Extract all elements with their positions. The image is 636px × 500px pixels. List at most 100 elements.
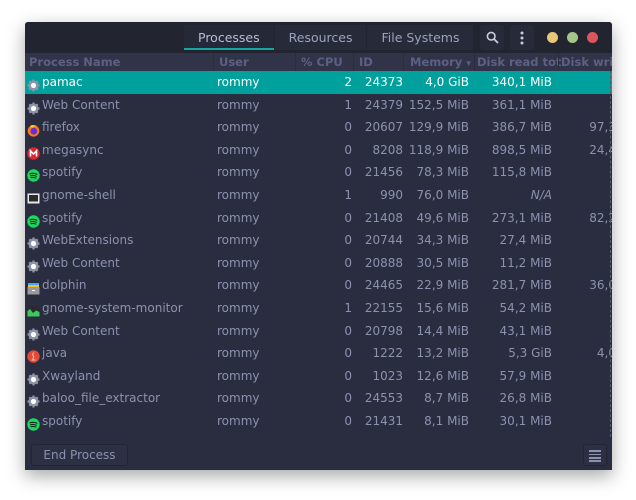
process-disk-write: 97,3: [589, 120, 612, 135]
process-cpu: 2: [344, 75, 352, 89]
process-name: spotify: [42, 165, 83, 180]
column-header-memory-label: Memory: [410, 55, 463, 69]
process-memory: 78,3 MiB: [416, 165, 469, 180]
column-resize-guide: [610, 71, 611, 437]
process-row[interactable]: WebExtensions rommy 0 20744 34,3 MiB 27,4 MiB: [25, 229, 612, 252]
process-row[interactable]: Web Content rommy 0 20888 30,5 MiB 11,2 MiB: [25, 252, 612, 275]
tab-resources[interactable]: Resources: [274, 25, 367, 50]
process-id: 1023: [372, 368, 403, 383]
process-disk-read: 30,1 MiB: [499, 413, 552, 428]
search-button[interactable]: [480, 25, 504, 50]
process-disk-read: 57,9 MiB: [499, 368, 552, 383]
process-row[interactable]: spotify rommy 0 21408 49,6 MiB 273,1 MiB 82,2: [25, 207, 612, 230]
process-user: rommy: [217, 165, 260, 180]
process-memory: 76,0 MiB: [416, 187, 469, 202]
maximize-button[interactable]: [567, 32, 578, 43]
search-icon: [486, 31, 499, 44]
column-header-disk-read[interactable]: Disk read tot: [477, 55, 561, 69]
process-disk-read: 26,8 MiB: [499, 391, 552, 406]
process-name: gnome-system-monitor: [42, 300, 183, 315]
process-disk-read: 115,8 MiB: [491, 165, 552, 180]
process-name: dolphin: [42, 278, 87, 293]
process-user: rommy: [217, 233, 260, 248]
minimize-button[interactable]: [547, 32, 558, 43]
process-name: megasync: [42, 142, 104, 157]
process-memory: 8,1 MiB: [424, 413, 469, 428]
process-row[interactable]: gnome-system-monitor rommy 1 22155 15,6 MiB 5…: [25, 297, 612, 320]
process-id: 21408: [364, 210, 403, 225]
process-disk-write: 36,0: [589, 278, 612, 293]
process-row[interactable]: baloo_file_extractor rommy 0 24553 8,7 MiB 26…: [25, 387, 612, 410]
process-id: 21456: [364, 165, 403, 180]
process-disk-read: 43,1 MiB: [499, 323, 552, 338]
process-row[interactable]: Web Content rommy 1 24379 152,5 MiB 361,1 MiB: [25, 94, 612, 117]
process-id: 20798: [364, 323, 403, 338]
process-id: 24379: [364, 97, 403, 112]
process-memory: 14,4 MiB: [416, 323, 469, 338]
process-row[interactable]: firefox rommy 0 20607 129,9 MiB 386,7 MiB 97,3: [25, 116, 612, 139]
close-button[interactable]: [587, 32, 598, 43]
process-user: rommy: [217, 120, 260, 135]
process-id: 21431: [364, 413, 403, 428]
column-header-cpu[interactable]: % CPU: [301, 55, 343, 69]
process-row[interactable]: Web Content rommy 0 20798 14,4 MiB 43,1 MiB: [25, 320, 612, 343]
process-disk-read: 340,1 MiB: [491, 75, 552, 89]
process-user: rommy: [217, 391, 260, 406]
process-disk-read: 386,7 MiB: [491, 120, 552, 135]
process-disk-read: 361,1 MiB: [491, 97, 552, 112]
view-switcher: Processes Resources File Systems: [184, 25, 474, 50]
process-list: pamac rommy 2 24373 4,0 GiB 340,1 MiB Web Cont…: [25, 71, 612, 438]
column-header-process-name[interactable]: Process Name: [29, 55, 120, 69]
process-cpu: 0: [344, 210, 352, 225]
process-row[interactable]: pamac rommy 2 24373 4,0 GiB 340,1 MiB: [25, 71, 612, 94]
process-disk-read: 11,2 MiB: [499, 255, 552, 270]
column-header-id[interactable]: ID: [359, 55, 373, 69]
process-user: rommy: [217, 323, 260, 338]
tab-file-systems[interactable]: File Systems: [367, 25, 474, 50]
process-name: Web Content: [42, 97, 120, 112]
process-disk-write: 82,2: [589, 210, 612, 225]
process-row[interactable]: megasync rommy 0 8208 118,9 MiB 898,5 MiB 24,4: [25, 139, 612, 162]
sort-descending-icon: ▾: [466, 59, 471, 69]
menu-button[interactable]: [510, 25, 534, 50]
header-bar: Processes Resources File Systems: [25, 22, 612, 53]
process-row[interactable]: javarommy0122213,2 MiB5,3 GiB4,0: [25, 342, 612, 365]
process-user: rommy: [217, 346, 260, 361]
process-memory: 118,9 MiB: [408, 142, 469, 157]
process-user: rommy: [217, 413, 260, 428]
column-header-memory[interactable]: Memory ▾: [410, 55, 471, 69]
process-row[interactable]: Xwayland rommy 0 1023 12,6 MiB 57,9 MiB: [25, 365, 612, 388]
process-name: spotify: [42, 413, 83, 428]
column-header-disk-write[interactable]: Disk wri: [561, 55, 612, 69]
process-memory: 12,6 MiB: [416, 368, 469, 383]
column-header-user[interactable]: User: [219, 55, 249, 69]
end-process-button[interactable]: End Process: [31, 444, 128, 466]
hamburger-menu-button[interactable]: [583, 444, 607, 466]
process-memory: 4,0 GiB: [425, 75, 469, 89]
process-row[interactable]: spotify rommy 0 21431 8,1 MiB 30,1 MiB: [25, 410, 612, 433]
process-cpu: 1: [344, 97, 352, 112]
process-cpu: 0: [344, 346, 352, 361]
process-id: 990: [380, 187, 403, 202]
tab-processes[interactable]: Processes: [184, 25, 274, 50]
process-id: 20744: [364, 233, 403, 248]
process-memory: 152,5 MiB: [408, 97, 469, 112]
process-row[interactable]: spotify rommy 0 21456 78,3 MiB 115,8 MiB: [25, 161, 612, 184]
process-row[interactable]: dolphin rommy 0 24465 22,9 MiB 281,7 MiB 36,0: [25, 274, 612, 297]
process-user: rommy: [217, 255, 260, 270]
process-row[interactable]: gnome-shell rommy 1 990 76,0 MiB N/A: [25, 184, 612, 207]
process-user: rommy: [217, 75, 260, 89]
process-cpu: 0: [344, 165, 352, 180]
process-id: 20888: [364, 255, 403, 270]
process-name: Web Content: [42, 255, 120, 270]
process-disk-read: 898,5 MiB: [491, 142, 552, 157]
process-id: 22155: [364, 300, 403, 315]
process-memory: 8,7 MiB: [424, 391, 469, 406]
process-cpu: 0: [344, 323, 352, 338]
process-memory: 22,9 MiB: [416, 278, 469, 293]
process-cpu: 0: [344, 120, 352, 135]
process-name: gnome-shell: [42, 187, 116, 202]
process-name: baloo_file_extractor: [42, 391, 161, 406]
process-memory: 129,9 MiB: [408, 120, 469, 135]
process-name: firefox: [42, 120, 80, 135]
